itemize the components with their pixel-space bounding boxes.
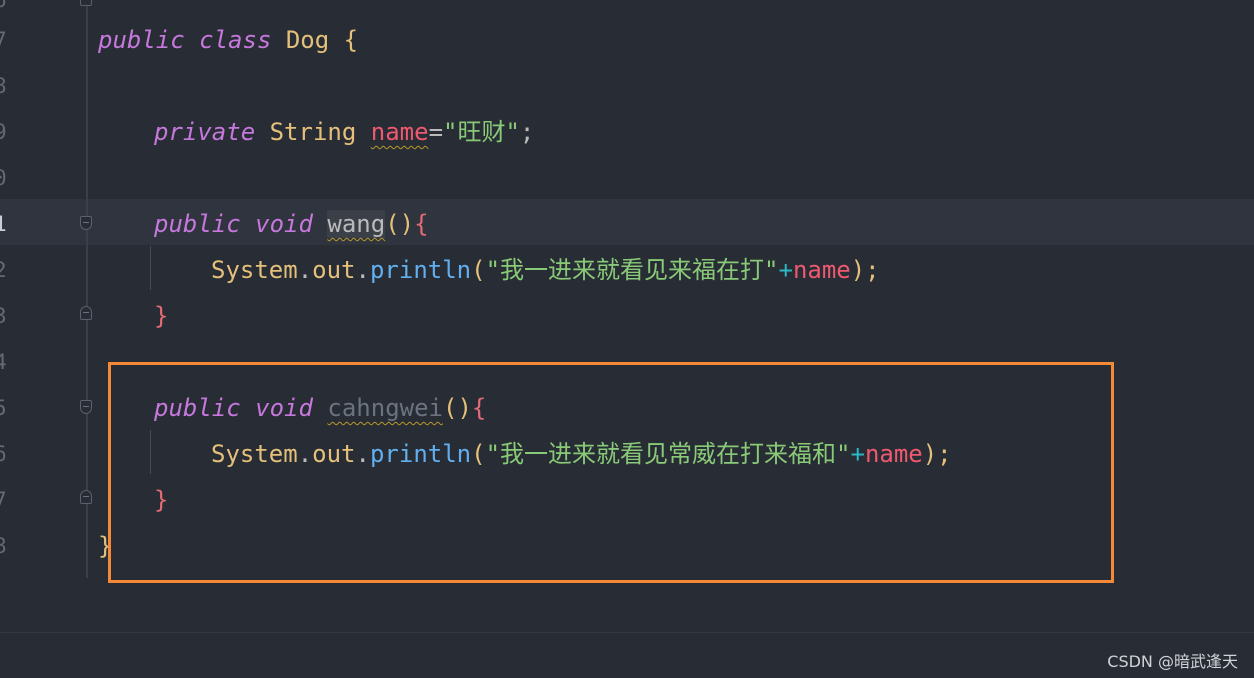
brace: } [154, 302, 169, 330]
field-reference: name [864, 440, 923, 468]
punctuation: ; [519, 118, 535, 146]
punctuation: ); [922, 440, 952, 468]
line-number: 5 [0, 396, 7, 420]
function-name: println [369, 256, 472, 284]
keyword: public [154, 394, 241, 422]
fold-marker-icon[interactable] [80, 306, 92, 320]
line-number: 6 [0, 442, 7, 466]
fold-marker-icon[interactable] [80, 0, 92, 6]
punctuation: . [355, 440, 370, 468]
line-number: 0 [0, 166, 7, 190]
method-indent-guide [150, 430, 151, 474]
punctuation: . [297, 440, 313, 468]
code-line-method-wang[interactable]: public void wang(){ [154, 201, 429, 247]
parens: () [385, 210, 415, 238]
code-editor[interactable]: 6 7 8 9 0 1 2 3 4 5 6 7 8 public class D… [0, 0, 1254, 632]
code-line-close-brace[interactable]: } [154, 477, 168, 523]
fold-marker-icon[interactable] [80, 490, 92, 504]
method-name: cahngwei [327, 394, 443, 422]
keyword: public [98, 26, 185, 54]
brace: } [98, 532, 113, 560]
field-name: out [312, 440, 356, 468]
string-literal: "旺财" [443, 118, 520, 146]
watermark: CSDN @暗武逢天 [1107, 652, 1238, 671]
code-line-println[interactable]: System.out.println("我一进来就看见来福在打"+name); [211, 247, 880, 293]
editor-bottom-area [0, 632, 1254, 678]
function-name: println [369, 440, 472, 468]
parens: () [443, 394, 472, 422]
paren: ( [471, 440, 486, 468]
line-number: 4 [0, 350, 7, 374]
code-line-class-declaration[interactable]: public class Dog { [98, 17, 358, 63]
operator: + [778, 256, 793, 284]
keyword: void [255, 210, 313, 238]
class-name: System [211, 440, 298, 468]
code-line-method-cahngwei[interactable]: public void cahngwei(){ [154, 385, 486, 431]
field-name: out [312, 256, 356, 284]
string-literal: "我一进来就看见来福在打" [485, 256, 779, 284]
code-line-field[interactable]: private String name="旺财"; [154, 109, 534, 155]
line-number: 7 [0, 488, 7, 512]
method-indent-guide [150, 246, 151, 290]
string-literal: "我一进来就看见常威在打来福和" [485, 440, 851, 468]
keyword: class [199, 26, 272, 54]
line-number: 3 [0, 304, 7, 328]
keyword: public [154, 210, 241, 238]
line-number: 9 [0, 120, 7, 144]
code-line-close-brace[interactable]: } [154, 293, 168, 339]
punctuation: ); [850, 256, 880, 284]
code-line-println[interactable]: System.out.println("我一进来就看见常威在打来福和"+name… [211, 431, 952, 477]
brace: { [343, 26, 359, 54]
field-reference: name [792, 256, 851, 284]
line-number: 8 [0, 74, 7, 98]
paren: ( [471, 256, 486, 284]
line-number: 2 [0, 258, 7, 282]
brace: { [471, 394, 487, 422]
class-name: Dog [285, 26, 330, 54]
keyword: void [255, 394, 313, 422]
type-name: String [269, 118, 357, 146]
line-number-active: 1 [0, 212, 7, 236]
code-line-class-close[interactable]: } [98, 523, 112, 569]
fold-marker-icon[interactable] [80, 400, 92, 414]
line-number: 8 [0, 534, 7, 558]
line-number: 7 [0, 28, 7, 52]
brace: { [414, 210, 429, 238]
method-name: wang [327, 210, 386, 238]
brace: } [154, 486, 169, 514]
class-name: System [211, 256, 298, 284]
fold-marker-icon[interactable] [80, 216, 92, 230]
operator: = [428, 118, 444, 146]
keyword: private [154, 118, 256, 146]
operator: + [850, 440, 865, 468]
punctuation: . [297, 256, 313, 284]
field-name: name [370, 118, 429, 146]
punctuation: . [355, 256, 370, 284]
